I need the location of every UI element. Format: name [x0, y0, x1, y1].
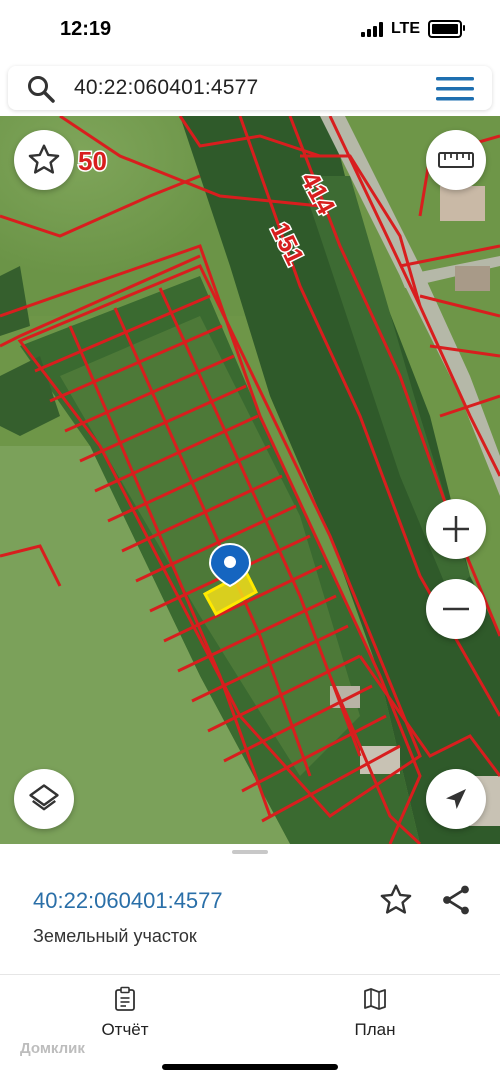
star-icon: [28, 144, 60, 174]
plus-icon: [443, 516, 469, 542]
minus-icon: [443, 607, 469, 611]
map-label-50: 50: [78, 146, 107, 176]
layers-button[interactable]: [14, 769, 74, 829]
sheet-drag-handle[interactable]: [232, 850, 268, 854]
search-icon[interactable]: [26, 74, 56, 104]
battery-icon: [428, 20, 465, 38]
map-view[interactable]: 50 414 151: [0, 116, 500, 844]
network-type: LTE: [390, 20, 420, 37]
tab-plan-label: План: [354, 1020, 396, 1039]
favorite-star-icon[interactable]: [378, 882, 414, 918]
parcel-type: Земельный участок: [33, 926, 197, 946]
share-icon[interactable]: [438, 882, 474, 918]
ruler-icon: [438, 152, 474, 168]
zoom-out-button[interactable]: [426, 579, 486, 639]
search-input[interactable]: 40:22:060401:4577: [74, 76, 258, 100]
hamburger-menu-icon[interactable]: [436, 76, 474, 102]
map-icon: [364, 988, 386, 1010]
watermark: Домклик: [20, 1040, 85, 1057]
zoom-in-button[interactable]: [426, 499, 486, 559]
tab-report-label: Отчёт: [101, 1020, 149, 1039]
tab-report[interactable]: Отчёт: [65, 986, 185, 1046]
parcel-cadastral-number[interactable]: 40:22:060401:4577: [33, 888, 223, 914]
search-bar[interactable]: 40:22:060401:4577: [8, 66, 492, 110]
status-indicators: LTE: [360, 20, 465, 38]
locate-button[interactable]: [426, 769, 486, 829]
layers-icon: [29, 784, 59, 811]
home-indicator[interactable]: [162, 1064, 338, 1070]
navigation-arrow-icon: [446, 789, 466, 809]
divider: [0, 974, 500, 975]
ruler-button[interactable]: [426, 130, 486, 190]
tab-plan[interactable]: План: [315, 986, 435, 1046]
favorite-button[interactable]: [14, 130, 74, 190]
status-bar: 12:19 LTE: [0, 0, 500, 62]
signal-icon: [360, 21, 383, 37]
satellite-map[interactable]: 50 414 151: [0, 116, 500, 844]
clipboard-icon: [115, 986, 135, 1011]
status-time: 12:19: [60, 18, 112, 40]
